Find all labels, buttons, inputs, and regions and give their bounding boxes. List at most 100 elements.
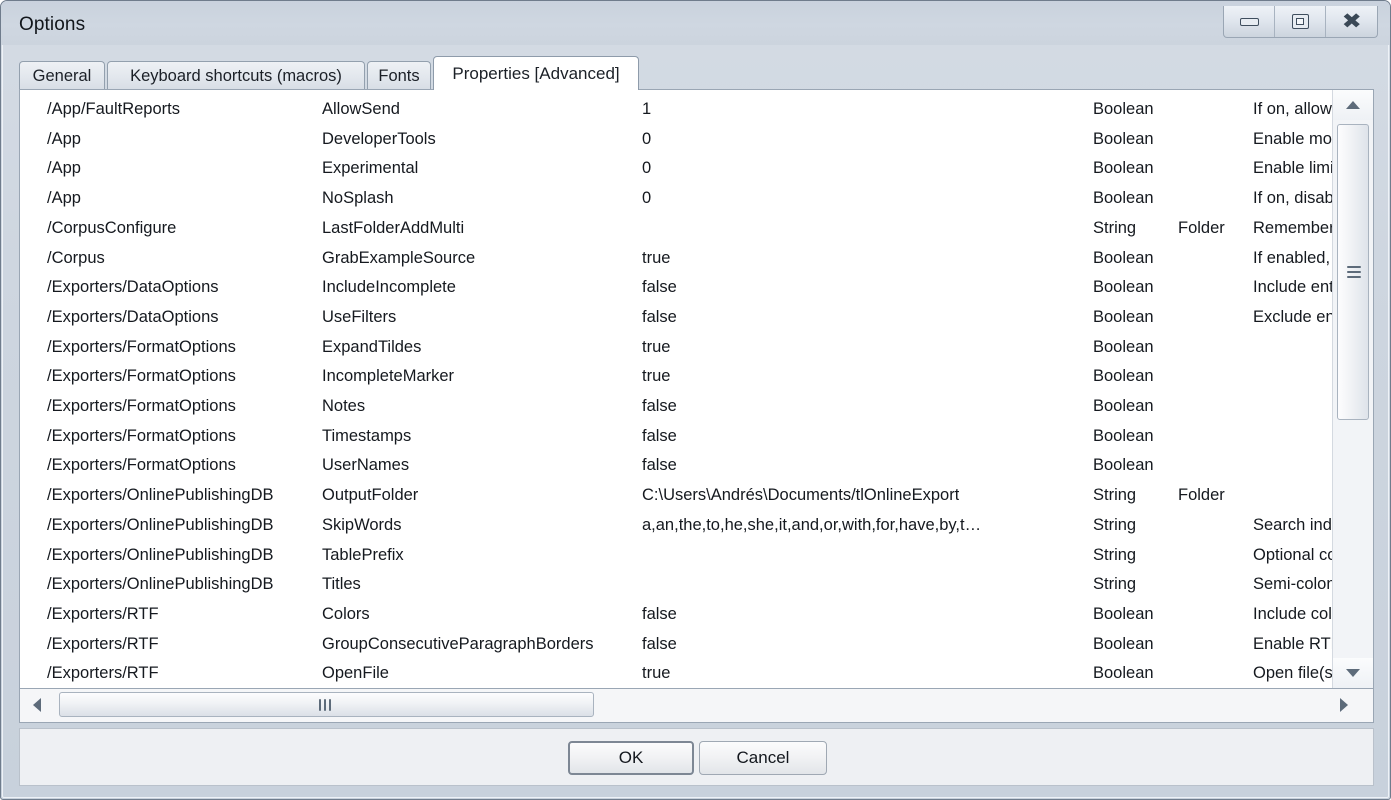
minimize-icon <box>1239 17 1259 26</box>
row-path: /Exporters/OnlinePublishingDB <box>47 486 274 505</box>
row-type: Boolean <box>1093 129 1154 148</box>
row-extra: Folder <box>1178 486 1225 505</box>
table-row[interactable]: /Exporters/FormatOptions Notes false Boolea… <box>20 397 1332 427</box>
tab-general[interactable]: General <box>19 61 105 90</box>
cancel-button[interactable]: Cancel <box>699 741 827 775</box>
row-value: false <box>642 634 677 653</box>
row-path: /Corpus <box>47 248 105 267</box>
row-description: Search inde <box>1253 515 1332 534</box>
tab-properties-advanced[interactable]: Properties [Advanced] <box>433 56 639 90</box>
properties-list-panel: /App/FaultReports AllowSend 1 Boolean If on,… <box>19 89 1374 689</box>
row-extra: Folder <box>1178 218 1225 237</box>
table-row[interactable]: /Exporters/FormatOptions Timestamps false B… <box>20 427 1332 457</box>
row-path: /Exporters/FormatOptions <box>47 397 236 415</box>
table-row[interactable]: /App Experimental 0 Boolean Enable limite <box>20 159 1332 189</box>
close-button[interactable]: ✖ <box>1326 6 1377 37</box>
minimize-button[interactable] <box>1224 6 1275 37</box>
table-row[interactable]: /Exporters/RTF OpenFile true Boolean Open fi… <box>20 664 1332 688</box>
row-path: /Exporters/FormatOptions <box>47 367 236 386</box>
row-value: 1 <box>642 100 652 118</box>
row-type: Boolean <box>1093 307 1154 326</box>
table-row[interactable]: /App/FaultReports AllowSend 1 Boolean If on,… <box>20 100 1332 130</box>
row-value: false <box>642 456 677 475</box>
row-type: String <box>1093 486 1137 505</box>
tab-keyboard-shortcuts-macros[interactable]: Keyboard shortcuts (macros) <box>107 61 365 90</box>
chevron-up-icon <box>1346 101 1360 109</box>
chevron-right-icon <box>1340 698 1348 712</box>
row-description: Enable most <box>1253 129 1332 148</box>
row-description: If enabled, <box>1253 248 1331 267</box>
row-description: Optional cor <box>1253 545 1332 564</box>
row-type: Boolean <box>1093 248 1154 267</box>
row-value: true <box>642 248 671 267</box>
row-path: /App <box>47 159 81 178</box>
table-row[interactable]: /Exporters/OnlinePublishingDB SkipWords a,… <box>20 516 1332 546</box>
row-description: Enable limite <box>1253 159 1332 178</box>
row-path: /Exporters/RTF <box>47 634 159 653</box>
row-key: DeveloperTools <box>322 129 436 148</box>
row-value: true <box>642 664 671 683</box>
table-row[interactable]: /Corpus GrabExampleSource true Boolean If en… <box>20 249 1332 279</box>
horizontal-scrollbar-thumb[interactable] <box>59 692 594 717</box>
row-description: Exclude entr <box>1253 307 1332 326</box>
row-key: Titles <box>322 575 361 594</box>
row-type: Boolean <box>1093 664 1154 683</box>
scroll-right-button[interactable] <box>1329 689 1359 721</box>
row-key: Colors <box>322 604 370 623</box>
row-type: Boolean <box>1093 604 1154 623</box>
tab-fonts[interactable]: Fonts <box>367 61 431 90</box>
row-type: String <box>1093 218 1137 237</box>
row-path: /Exporters/OnlinePublishingDB <box>47 575 274 594</box>
table-row[interactable]: /Exporters/FormatOptions UserNames false Bo… <box>20 456 1332 486</box>
vertical-scrollbar[interactable] <box>1332 90 1373 688</box>
row-path: /App/FaultReports <box>47 100 180 118</box>
row-value: a,an,the,to,he,she,it,and,or,with,for,ha… <box>642 515 982 534</box>
row-value: false <box>642 397 677 415</box>
row-path: /Exporters/RTF <box>47 664 159 683</box>
table-row[interactable]: /Exporters/DataOptions UseFilters false Boo… <box>20 308 1332 338</box>
table-row[interactable]: /App DeveloperTools 0 Boolean Enable most <box>20 130 1332 160</box>
ok-button[interactable]: OK <box>568 741 694 775</box>
row-description: If on, allows <box>1253 100 1332 118</box>
scroll-down-button[interactable] <box>1333 658 1373 688</box>
scroll-up-button[interactable] <box>1333 90 1373 120</box>
window-controls: ✖ <box>1223 6 1378 38</box>
row-key: IncludeIncomplete <box>322 278 456 297</box>
table-row[interactable]: /CorpusConfigure LastFolderAddMulti String… <box>20 219 1332 249</box>
row-type: Boolean <box>1093 189 1154 208</box>
row-value: 0 <box>642 129 652 148</box>
row-value: C:\Users\Andrés\Documents/tlOnlineExport <box>642 486 960 505</box>
tab-strip: General Keyboard shortcuts (macros) Fonts P… <box>19 56 1374 90</box>
row-key: Timestamps <box>322 426 412 445</box>
horizontal-scrollbar[interactable] <box>19 689 1374 723</box>
chevron-left-icon <box>33 698 41 712</box>
restore-button[interactable] <box>1275 6 1326 37</box>
row-path: /Exporters/RTF <box>47 604 159 623</box>
row-key: Experimental <box>322 159 419 178</box>
row-key: GrabExampleSource <box>322 248 476 267</box>
table-row[interactable]: /Exporters/FormatOptions ExpandTildes true… <box>20 338 1332 368</box>
row-key: OutputFolder <box>322 486 419 505</box>
table-row[interactable]: /Exporters/FormatOptions IncompleteMarker… <box>20 367 1332 397</box>
title-bar[interactable]: Options ✖ <box>1 1 1390 45</box>
row-description: Semi-colon-s <box>1253 575 1332 594</box>
scroll-left-button[interactable] <box>22 689 52 721</box>
properties-rows: /App/FaultReports AllowSend 1 Boolean If on,… <box>20 90 1332 688</box>
table-row[interactable]: /Exporters/OnlinePublishingDB OutputFolde… <box>20 486 1332 516</box>
row-path: /App <box>47 129 81 148</box>
row-type: Boolean <box>1093 159 1154 178</box>
table-row[interactable]: /Exporters/OnlinePublishingDB Titles Strin… <box>20 575 1332 605</box>
table-row[interactable]: /Exporters/DataOptions IncludeIncomplete f… <box>20 278 1332 308</box>
table-row[interactable]: /Exporters/RTF GroupConsecutiveParagraphB… <box>20 635 1332 665</box>
table-row[interactable]: /Exporters/OnlinePublishingDB TablePrefix… <box>20 546 1332 576</box>
vertical-scrollbar-thumb[interactable] <box>1337 124 1369 420</box>
row-description: Include entr <box>1253 278 1332 297</box>
row-path: /Exporters/DataOptions <box>47 278 219 297</box>
row-key: NoSplash <box>322 189 394 208</box>
row-value: 0 <box>642 189 652 208</box>
row-key: IncompleteMarker <box>322 367 455 386</box>
row-key: OpenFile <box>322 664 389 683</box>
table-row[interactable]: /App NoSplash 0 Boolean If on, disabl <box>20 189 1332 219</box>
row-type: String <box>1093 545 1137 564</box>
table-row[interactable]: /Exporters/RTF Colors false Boolean Include … <box>20 605 1332 635</box>
